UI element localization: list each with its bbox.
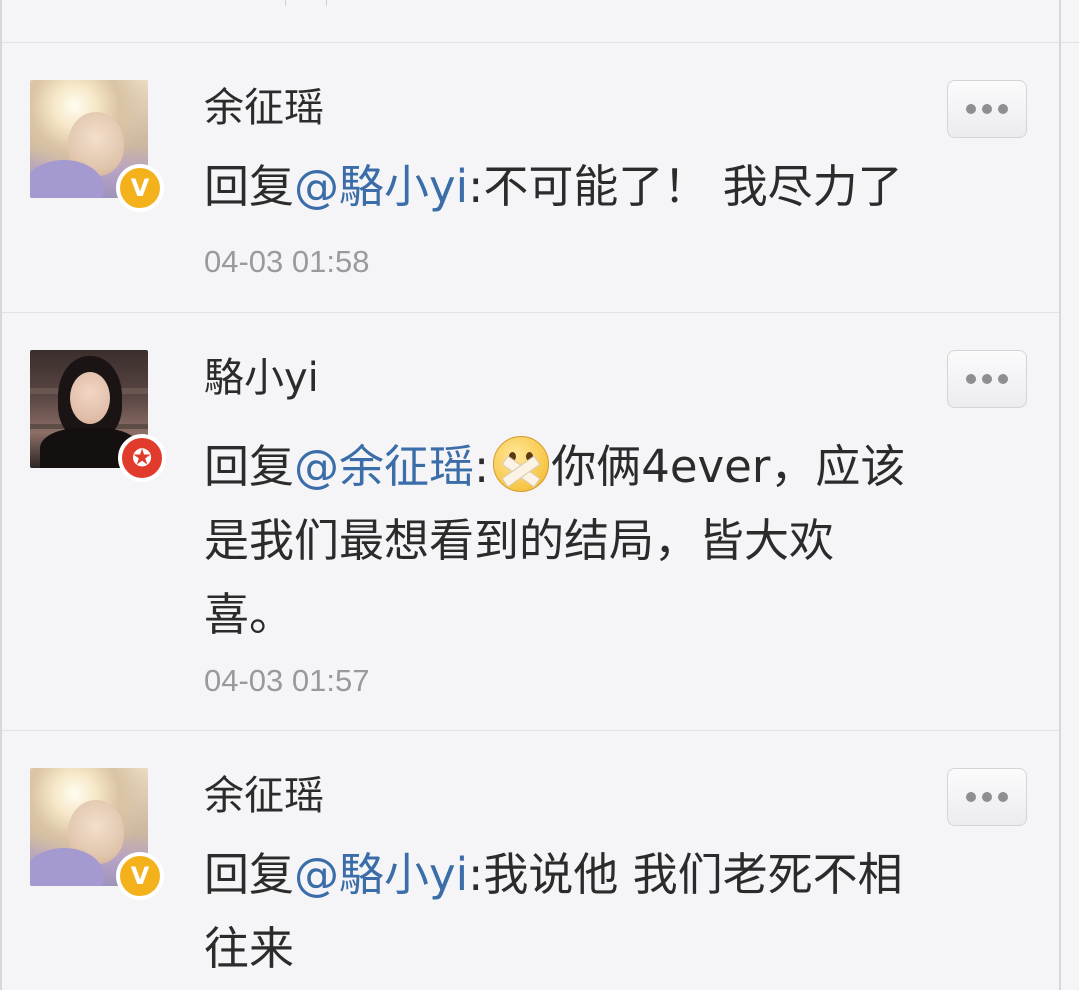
verified-v-icon: V <box>116 852 164 900</box>
more-button[interactable] <box>947 768 1027 826</box>
comment-item: ✪ 駱小yi 回复@余征瑶: 你俩4ever，应该 是我们最想看到的结局，皆大欢 … <box>2 312 1059 731</box>
more-dots-icon <box>966 374 976 384</box>
username[interactable]: 余征瑶 <box>204 84 324 132</box>
top-tab-edge <box>285 0 327 6</box>
reply-prefix: 回复 <box>204 160 295 213</box>
comment-content: 回复@駱小yi:我说他 我们老死不相 往来 <box>204 838 1004 986</box>
more-dots-icon <box>966 104 976 114</box>
content-line-2: 往来 <box>204 922 295 975</box>
avatar[interactable]: ✪ <box>30 350 166 482</box>
comment-content: 回复@余征瑶: 你俩4ever，应该 是我们最想看到的结局，皆大欢 喜。 <box>204 430 1004 652</box>
comment-text: 你俩4ever，应该 <box>551 440 906 493</box>
content-line-2: 是我们最想看到的结局，皆大欢 <box>204 514 835 567</box>
more-button[interactable] <box>947 350 1027 408</box>
content-line-1: 回复@駱小yi:我说他 我们老死不相 <box>204 838 1004 912</box>
top-strip <box>0 0 1079 43</box>
more-button[interactable] <box>947 80 1027 138</box>
content-line-1: 回复@余征瑶: 你俩4ever，应该 <box>204 430 1004 504</box>
star-badge-icon: ✪ <box>118 434 166 482</box>
content-line-3: 喜。 <box>204 588 295 641</box>
mention-link[interactable]: @余征瑶 <box>294 440 474 493</box>
zipped-mouth-emoji-icon <box>493 436 550 492</box>
username[interactable]: 駱小yi <box>204 354 319 402</box>
comment-text: :我说他 我们老死不相 <box>468 848 903 901</box>
reply-prefix: 回复 <box>204 848 295 901</box>
comment-list-page: V 余征瑶 回复@駱小yi:不可能了！ 我尽力了 04-03 01:58 ✪ 駱… <box>0 0 1079 990</box>
comment-text: :不可能了！ 我尽力了 <box>468 160 903 213</box>
frame-right-border <box>1059 0 1061 990</box>
comment-text: : <box>474 440 490 493</box>
timestamp: 04-03 01:57 <box>204 663 370 698</box>
avatar[interactable]: V <box>30 768 164 900</box>
more-dots-icon <box>966 792 976 802</box>
comment-item: V 余征瑶 回复@駱小yi:我说他 我们老死不相 往来 <box>2 730 1059 990</box>
username[interactable]: 余征瑶 <box>204 772 324 820</box>
comment-item: V 余征瑶 回复@駱小yi:不可能了！ 我尽力了 04-03 01:58 <box>2 42 1059 313</box>
reply-prefix: 回复 <box>204 440 295 493</box>
comment-content: 回复@駱小yi:不可能了！ 我尽力了 <box>204 150 1004 224</box>
verified-v-icon: V <box>116 164 164 212</box>
avatar[interactable]: V <box>30 80 164 212</box>
mention-link[interactable]: @駱小yi <box>294 848 468 901</box>
timestamp: 04-03 01:58 <box>204 244 370 279</box>
mention-link[interactable]: @駱小yi <box>294 160 468 213</box>
